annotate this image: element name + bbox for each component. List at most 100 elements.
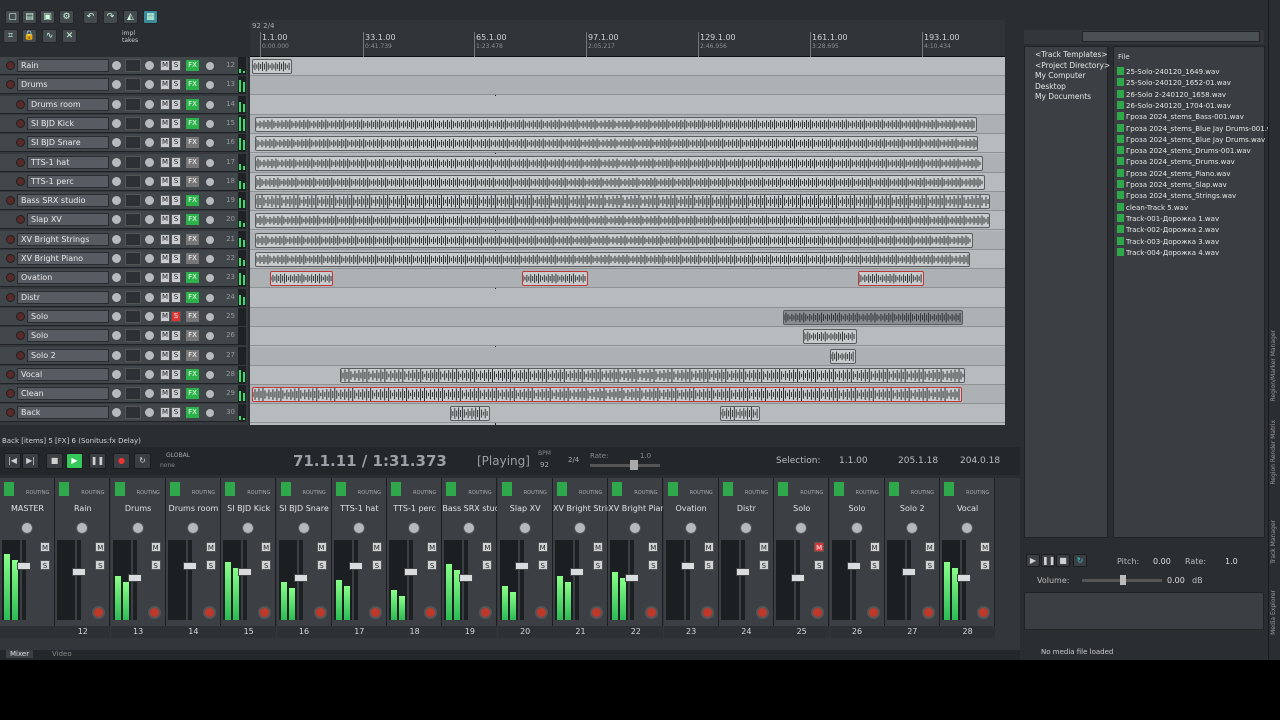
volume-fader[interactable] xyxy=(187,540,192,620)
fader-cap[interactable] xyxy=(735,568,750,576)
record-arm-button[interactable] xyxy=(16,99,25,109)
mute-button[interactable]: M xyxy=(160,349,170,361)
phase-icon[interactable] xyxy=(205,389,215,400)
track-lane[interactable] xyxy=(250,57,1005,76)
preview-pause-button[interactable]: ❚❚ xyxy=(1041,554,1055,567)
volume-fader[interactable] xyxy=(22,540,26,620)
track-name[interactable]: Distr xyxy=(17,290,109,304)
track-lane[interactable] xyxy=(250,134,1005,154)
track-lane[interactable] xyxy=(250,95,1005,115)
mute-button[interactable]: M xyxy=(427,542,438,552)
volume-knob[interactable] xyxy=(111,253,122,264)
media-item[interactable] xyxy=(858,271,924,287)
fx-button[interactable]: FX xyxy=(186,388,199,400)
phase-icon[interactable] xyxy=(205,196,215,207)
solo-button[interactable]: S xyxy=(371,560,382,570)
track-name[interactable]: Vocal xyxy=(17,367,109,381)
mute-button[interactable]: M xyxy=(316,542,327,552)
mute-button[interactable]: M xyxy=(205,542,216,552)
route-button[interactable] xyxy=(125,213,141,227)
fader-cap[interactable] xyxy=(570,568,584,576)
record-arm-button[interactable] xyxy=(202,606,216,619)
solo-button[interactable]: S xyxy=(171,272,181,284)
record-arm-button[interactable] xyxy=(16,157,25,167)
mute-button[interactable]: M xyxy=(160,117,170,129)
tab-mixer[interactable]: Mixer xyxy=(6,650,34,658)
track-name[interactable]: Solo 2 xyxy=(27,348,109,362)
volume-knob[interactable] xyxy=(111,195,122,207)
record-arm-button[interactable] xyxy=(6,196,15,206)
pan-knob[interactable] xyxy=(905,522,918,534)
mute-button[interactable]: M xyxy=(160,156,170,168)
solo-button[interactable]: S xyxy=(171,137,181,149)
solo-button[interactable]: S xyxy=(171,60,181,71)
track-row[interactable]: Drums M S FX 13 xyxy=(0,76,238,95)
phase-icon[interactable] xyxy=(205,176,215,187)
track-name[interactable]: Solo xyxy=(27,309,109,323)
volume-knob[interactable] xyxy=(111,175,122,187)
volume-knob[interactable] xyxy=(111,117,122,129)
record-arm-button[interactable] xyxy=(6,80,15,90)
open-project-icon[interactable]: ▤ xyxy=(22,10,37,24)
phase-icon[interactable] xyxy=(205,292,215,303)
pan-knob[interactable] xyxy=(76,522,89,534)
route-button[interactable] xyxy=(125,290,141,304)
preview-play-button[interactable]: ▶ xyxy=(1026,554,1040,567)
record-arm-button[interactable] xyxy=(16,331,25,341)
mute-button[interactable]: M xyxy=(160,79,170,91)
phase-icon[interactable] xyxy=(205,273,215,284)
record-arm-button[interactable] xyxy=(424,606,438,619)
track-row[interactable]: Solo 2 M S FX 27 xyxy=(0,346,238,365)
project-settings-icon[interactable]: ⚙ xyxy=(59,10,74,24)
file-item[interactable]: Гроза 2024_stems_Blue Jay Drums.wav xyxy=(1117,134,1265,144)
fader-cap[interactable] xyxy=(791,574,806,582)
file-item[interactable]: clean-Track 5.wav xyxy=(1117,202,1188,212)
pan-knob[interactable] xyxy=(739,522,752,534)
record-arm-button[interactable] xyxy=(16,176,25,186)
record-arm-button[interactable] xyxy=(921,606,935,619)
solo-button[interactable]: S xyxy=(261,560,272,570)
track-lane[interactable] xyxy=(250,307,1005,327)
track-row[interactable]: Clean M S FX 29 xyxy=(0,385,238,404)
track-name[interactable]: SI BJD Kick xyxy=(27,116,109,130)
mute-button[interactable]: M xyxy=(593,542,603,552)
fx-insert-button[interactable] xyxy=(225,482,236,496)
route-button[interactable] xyxy=(125,329,141,343)
mute-button[interactable]: M xyxy=(160,407,170,419)
pan-knob[interactable] xyxy=(144,253,155,264)
pan-knob[interactable] xyxy=(144,156,155,168)
rate-slider[interactable] xyxy=(590,460,660,470)
fader-cap[interactable] xyxy=(127,574,142,582)
media-item[interactable] xyxy=(340,367,965,383)
volume-knob[interactable] xyxy=(111,233,122,245)
selection-end[interactable]: 205.1.18 xyxy=(898,456,938,466)
fader-cap[interactable] xyxy=(404,568,419,576)
route-button[interactable] xyxy=(125,387,141,401)
solo-button[interactable]: S xyxy=(171,117,181,129)
side-tab[interactable]: Region Render Matrix xyxy=(1270,420,1277,485)
bpm-value[interactable]: 92 xyxy=(540,461,549,469)
media-item[interactable] xyxy=(783,309,963,325)
volume-fader[interactable] xyxy=(740,540,745,620)
volume-knob[interactable] xyxy=(111,330,122,342)
record-arm-button[interactable] xyxy=(6,273,15,283)
fx-insert-button[interactable] xyxy=(501,482,512,496)
solo-button[interactable]: S xyxy=(171,79,181,91)
strip-name[interactable]: Slap XV xyxy=(498,504,553,513)
volume-knob[interactable] xyxy=(111,79,122,91)
lock-icon[interactable]: 🔒 xyxy=(22,29,37,43)
mute-button[interactable]: M xyxy=(869,542,880,552)
mute-button[interactable]: M xyxy=(160,195,170,207)
solo-button[interactable]: S xyxy=(171,310,181,322)
media-item[interactable] xyxy=(255,155,983,171)
fx-insert-button[interactable] xyxy=(778,482,789,496)
pan-knob[interactable] xyxy=(144,79,155,91)
tree-item[interactable]: <Track Templates> xyxy=(1035,50,1108,59)
pan-knob[interactable] xyxy=(144,233,155,245)
record-arm-button[interactable] xyxy=(6,408,15,418)
volume-fader[interactable] xyxy=(685,540,690,620)
pan-knob[interactable] xyxy=(574,522,586,534)
record-arm-button[interactable] xyxy=(6,389,15,399)
mute-button[interactable]: M xyxy=(648,542,659,552)
track-lane[interactable] xyxy=(250,288,1005,308)
